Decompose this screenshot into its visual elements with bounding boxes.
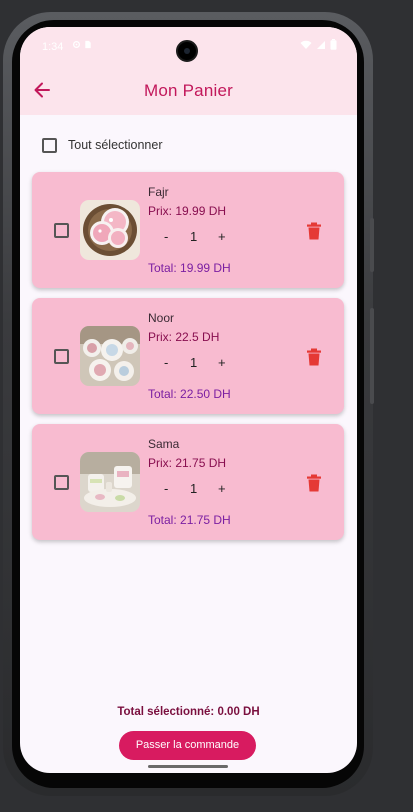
item-name: Sama — [148, 437, 180, 451]
cart-item-card: Sama Prix: 21.75 DH - 1 + Total: 21.75 D… — [32, 424, 344, 540]
home-indicator[interactable] — [148, 765, 228, 768]
item-name: Noor — [148, 311, 175, 325]
wifi-icon — [300, 40, 312, 49]
item-total: Total: 19.99 DH — [148, 261, 231, 275]
quantity-stepper: - 1 + — [148, 229, 238, 247]
product-image-fajr — [80, 200, 140, 260]
signal-icon — [317, 40, 325, 49]
quantity-value: 1 — [190, 481, 198, 496]
item-total: Total: 22.50 DH — [148, 387, 231, 401]
delete-icon[interactable] — [306, 222, 322, 240]
delete-icon[interactable] — [306, 474, 322, 492]
front-camera — [176, 40, 198, 62]
cart-item-card: Noor Prix: 22.5 DH - 1 + Total: 22.50 DH — [32, 298, 344, 414]
app-bar: 1:34 Mon Panier — [20, 27, 357, 115]
status-time: 1:34 — [42, 41, 64, 53]
select-all-row[interactable]: Tout sélectionner — [42, 136, 163, 154]
selected-total: Total sélectionné: 0.00 DH — [117, 706, 260, 718]
item-checkbox[interactable] — [54, 475, 69, 490]
quantity-stepper: - 1 + — [148, 481, 238, 499]
status-notification-icons — [72, 40, 92, 52]
settings-icon — [72, 40, 81, 49]
increase-quantity-button[interactable]: + — [218, 481, 226, 496]
item-total: Total: 21.75 DH — [148, 513, 231, 527]
item-checkbox[interactable] — [54, 223, 69, 238]
item-price: Prix: 19.99 DH — [148, 204, 227, 218]
checkout-button[interactable]: Passer la commande — [119, 731, 256, 760]
product-image-noor — [80, 326, 140, 386]
decrease-quantity-button[interactable]: - — [164, 355, 168, 370]
sd-card-icon — [85, 40, 91, 49]
quantity-value: 1 — [190, 229, 198, 244]
status-bar: 1:34 — [20, 27, 357, 62]
delete-icon[interactable] — [306, 348, 322, 366]
cart-item-card: Fajr Prix: 19.99 DH - 1 + Total: 19.99 D… — [32, 172, 344, 288]
item-checkbox[interactable] — [54, 349, 69, 364]
item-price: Prix: 21.75 DH — [148, 456, 227, 470]
select-all-checkbox[interactable] — [42, 137, 57, 153]
item-name: Fajr — [148, 185, 169, 199]
app-screen: 1:34 Mon Panier Tout sélectionner Fajr P… — [20, 27, 357, 773]
increase-quantity-button[interactable]: + — [218, 229, 226, 244]
page-title: Mon Panier — [144, 81, 233, 100]
select-all-label: Tout sélectionner — [68, 138, 163, 152]
battery-icon — [330, 39, 337, 50]
product-image-sama — [80, 452, 140, 512]
volume-button — [370, 308, 374, 404]
status-system-icons — [300, 39, 337, 50]
decrease-quantity-button[interactable]: - — [164, 481, 168, 496]
quantity-value: 1 — [190, 355, 198, 370]
decrease-quantity-button[interactable]: - — [164, 229, 168, 244]
item-price: Prix: 22.5 DH — [148, 330, 220, 344]
increase-quantity-button[interactable]: + — [218, 355, 226, 370]
quantity-stepper: - 1 + — [148, 355, 238, 373]
power-button — [370, 218, 374, 272]
